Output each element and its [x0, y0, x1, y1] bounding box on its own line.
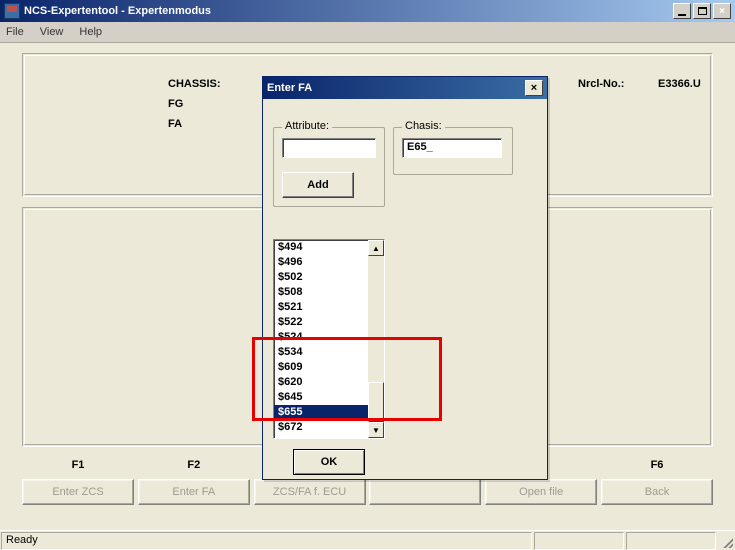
dialog-close-button[interactable]: × — [525, 80, 543, 96]
list-item[interactable]: $494 — [274, 240, 368, 255]
menu-view[interactable]: View — [40, 26, 64, 38]
enter-zcs-button[interactable]: Enter ZCS — [22, 479, 134, 505]
enter-fa-button[interactable]: Enter FA — [138, 479, 250, 505]
list-item[interactable]: $521 — [274, 300, 368, 315]
list-item[interactable]: $609 — [274, 360, 368, 375]
menu-file[interactable]: File — [6, 26, 24, 38]
window-maximize-button[interactable] — [693, 3, 711, 19]
scroll-thumb[interactable] — [368, 382, 384, 422]
window-title: NCS-Expertentool - Expertenmodus — [24, 5, 673, 17]
ok-button[interactable]: OK — [293, 449, 365, 475]
back-button[interactable]: Back — [601, 479, 713, 505]
fg-label: FG — [168, 98, 183, 110]
open-file-button[interactable]: Open file — [485, 479, 597, 505]
attribute-input[interactable] — [282, 138, 376, 158]
menu-help[interactable]: Help — [79, 26, 102, 38]
list-item[interactable]: $524 — [274, 330, 368, 345]
scroll-down-button[interactable]: ▼ — [368, 422, 384, 438]
add-button[interactable]: Add — [282, 172, 354, 198]
listbox-scrollbar[interactable]: ▲ ▼ — [368, 240, 384, 438]
list-item[interactable]: $522 — [274, 315, 368, 330]
window-close-button[interactable]: × — [713, 3, 731, 19]
statusbar: Ready — [0, 530, 735, 550]
chasis-label: Chasis: — [402, 120, 445, 132]
blank-button[interactable] — [369, 479, 481, 505]
chasis-fieldset: Chasis: E65_ — [393, 127, 513, 175]
status-cell-2 — [534, 532, 624, 550]
chasis-input[interactable]: E65_ — [402, 138, 502, 158]
zcs-fa-ecu-button[interactable]: ZCS/FA f. ECU — [254, 479, 366, 505]
scroll-up-button[interactable]: ▲ — [368, 240, 384, 256]
fkey-f1: F1 — [22, 459, 134, 471]
attribute-listbox[interactable]: $494$496$502$508$521$522$524$534$609$620… — [273, 239, 385, 439]
list-item[interactable]: $620 — [274, 375, 368, 390]
list-item[interactable]: $655 — [274, 405, 368, 420]
nrcl-value: E3366.U — [658, 78, 701, 90]
app-icon — [4, 3, 20, 19]
attribute-label: Attribute: — [282, 120, 332, 132]
enter-fa-dialog: Enter FA × Attribute: Add Chasis: E65_ $… — [262, 76, 548, 480]
window-minimize-button[interactable] — [673, 3, 691, 19]
fkey-f6: F6 — [601, 459, 713, 471]
dialog-title: Enter FA — [267, 82, 525, 94]
list-item[interactable]: $508 — [274, 285, 368, 300]
list-item[interactable]: $496 — [274, 255, 368, 270]
dialog-titlebar: Enter FA × — [263, 77, 547, 99]
list-item[interactable]: $534 — [274, 345, 368, 360]
button-row: Enter ZCS Enter FA ZCS/FA f. ECU Open fi… — [22, 479, 713, 505]
list-item[interactable]: $502 — [274, 270, 368, 285]
titlebar: NCS-Expertentool - Expertenmodus × — [0, 0, 735, 22]
nrcl-label: Nrcl-No.: — [578, 78, 624, 90]
menubar: File View Help — [0, 22, 735, 42]
resize-grip-icon[interactable] — [717, 532, 735, 550]
fa-label: FA — [168, 118, 182, 130]
fkey-f2: F2 — [138, 459, 250, 471]
chassis-label: CHASSIS: — [168, 78, 221, 90]
list-item[interactable]: $645 — [274, 390, 368, 405]
attribute-fieldset: Attribute: Add — [273, 127, 385, 207]
list-item[interactable]: $672 — [274, 420, 368, 435]
status-cell-3 — [626, 532, 716, 550]
status-ready: Ready — [1, 532, 532, 550]
